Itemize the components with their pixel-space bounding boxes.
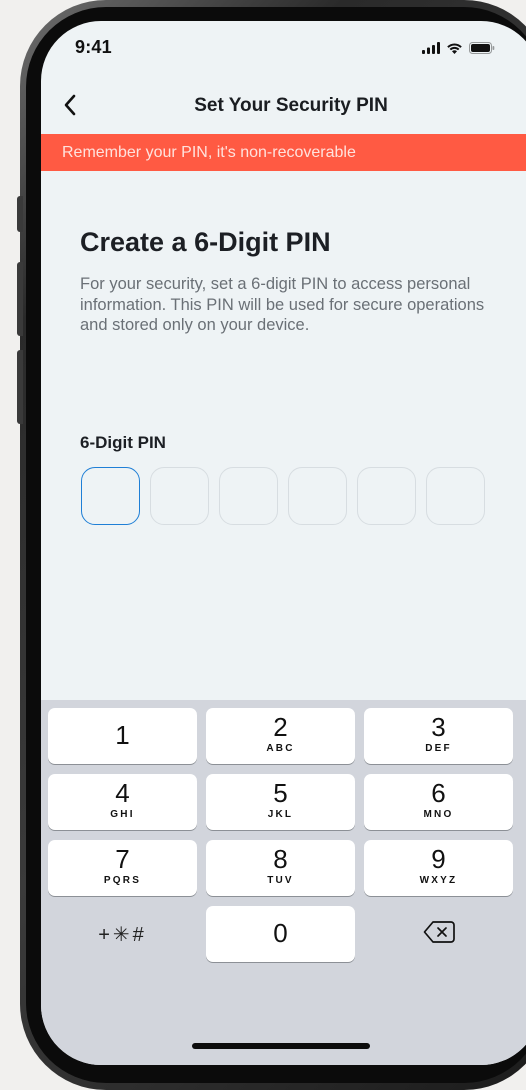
key-0[interactable]: 0 (206, 906, 355, 962)
nav-bar: Set Your Security PIN (41, 83, 526, 131)
key-4[interactable]: 4 GHI (48, 774, 197, 830)
pin-label: 6-Digit PIN (80, 433, 166, 452)
key-digit: 8 (273, 844, 288, 874)
pin-digit-box-5[interactable] (357, 467, 416, 525)
nav-title: Set Your Security PIN (194, 95, 388, 116)
page-description: For your security, set a 6-digit PIN to … (80, 275, 485, 334)
key-digit: 6 (431, 778, 446, 808)
pin-digit-box-2[interactable] (150, 467, 209, 525)
pin-digit-box-6[interactable] (426, 467, 485, 525)
key-digit: 5 (273, 778, 288, 808)
key-digit: 9 (431, 844, 446, 874)
status-time: 9:41 (75, 37, 112, 57)
key-digit: 1 (115, 720, 130, 750)
wifi-icon (446, 41, 463, 59)
key-6[interactable]: 6 MNO (364, 774, 513, 830)
page-heading: Create a 6-Digit PIN (80, 227, 331, 257)
status-icons (422, 41, 495, 59)
key-1[interactable]: 1 (48, 708, 197, 764)
key-letters: JKL (267, 809, 294, 820)
key-9[interactable]: 9 WXYZ (364, 840, 513, 896)
home-indicator[interactable] (192, 1043, 370, 1049)
pin-input-group (81, 467, 485, 525)
key-letters: GHI (110, 809, 135, 820)
key-digit: 7 (115, 844, 130, 874)
key-7[interactable]: 7 PQRS (48, 840, 197, 896)
key-letters: PQRS (103, 875, 142, 886)
key-digit: 0 (273, 918, 288, 948)
key-3[interactable]: 3 DEF (364, 708, 513, 764)
pin-digit-box-3[interactable] (219, 467, 278, 525)
action-button (17, 196, 23, 232)
symbols-label: +✳# (98, 924, 147, 946)
backspace-icon (364, 920, 513, 944)
cellular-signal-icon (422, 41, 440, 59)
key-letters: ABC (266, 743, 295, 754)
symbols-key[interactable]: +✳# (48, 906, 197, 962)
key-letters: WXYZ (419, 875, 458, 886)
key-digit: 2 (273, 712, 288, 742)
volume-up-button (17, 262, 23, 336)
volume-down-button (17, 350, 23, 424)
key-8[interactable]: 8 TUV (206, 840, 355, 896)
key-letters: MNO (423, 809, 454, 820)
key-digit: 3 (431, 712, 446, 742)
pin-digit-box-1[interactable] (81, 467, 140, 525)
battery-icon (469, 41, 495, 59)
delete-key[interactable] (364, 906, 513, 962)
key-2[interactable]: 2 ABC (206, 708, 355, 764)
pin-digit-box-4[interactable] (288, 467, 347, 525)
key-5[interactable]: 5 JKL (206, 774, 355, 830)
warning-banner: Remember your PIN, it's non-recoverable (41, 134, 526, 171)
status-bar: 9:41 (41, 21, 526, 81)
key-letters: DEF (425, 743, 452, 754)
key-letters: TUV (267, 875, 294, 886)
key-digit: 4 (115, 778, 130, 808)
numeric-keypad: 1 2 ABC 3 DEF 4 GHI 5 JKL 6 MNO 7 PQRS 8… (41, 700, 526, 1065)
screen: 9:41 Set Your Security PIN Remember your… (41, 21, 526, 1065)
